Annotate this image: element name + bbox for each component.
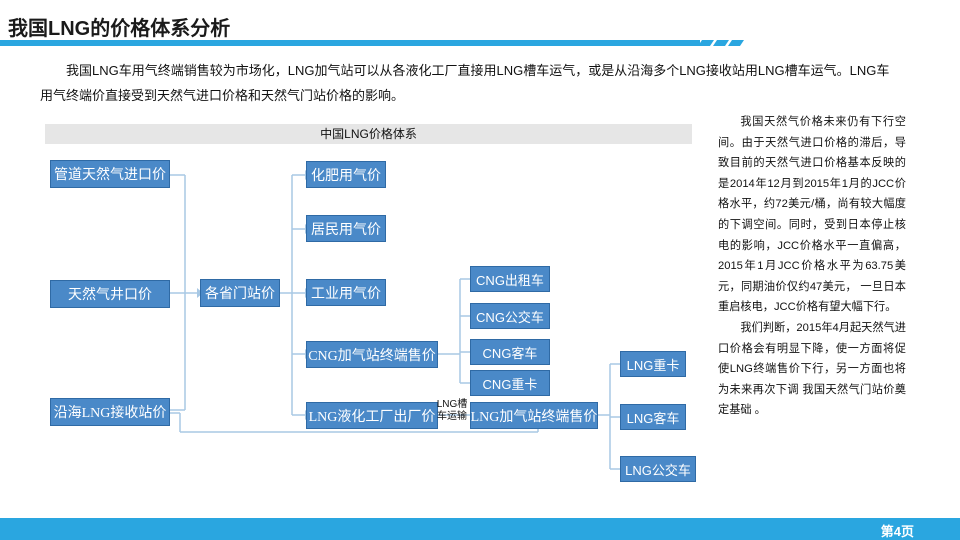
cng-coach: CNG客车 [470,339,550,365]
cng-heavy-truck: CNG重卡 [470,370,550,396]
side-paragraph-judgement: 我们判断，2015年4月起天然气进口价格会有明显下降，使一方面将促使LNG终端售… [718,321,906,417]
use-residential-gas-price: 居民用气价 [306,215,386,242]
hub-provincial-citygate-price: 各省门站价 [200,279,280,307]
side-paragraph-outlook: 我国天然气价格未来仍有下行空间。由于天然气进口价格的滞后，导致目前的天然气进口价… [718,116,906,314]
lng-station-retail-price: LNG加气站终端售价 [470,402,598,429]
lng-heavy-truck: LNG重卡 [620,351,686,377]
footer-bar: 第4页 [0,518,960,540]
use-lng-factory-price: LNG液化工厂出厂价 [306,402,438,429]
lng-city-bus: LNG公交车 [620,456,696,482]
lng-tanker-transport-label: LNG槽车运输 [436,399,468,422]
source-pipeline-import-price: 管道天然气进口价 [50,160,170,188]
lng-coach: LNG客车 [620,404,686,430]
use-fertilizer-gas-price: 化肥用气价 [306,161,386,188]
source-coastal-lng-terminal-price: 沿海LNG接收站价 [50,398,170,426]
use-industrial-gas-price: 工业用气价 [306,279,386,306]
source-wellhead-price: 天然气井口价 [50,280,170,308]
cng-city-bus: CNG公交车 [470,303,550,329]
use-cng-station-retail-price: CNG加气站终端售价 [306,341,438,368]
cng-taxi: CNG出租车 [470,266,550,292]
side-analysis-text: 我国天然气价格未来仍有下行空间。由于天然气进口价格的滞后，导致目前的天然气进口价… [718,112,906,421]
page-number: 第4页 [880,524,914,539]
